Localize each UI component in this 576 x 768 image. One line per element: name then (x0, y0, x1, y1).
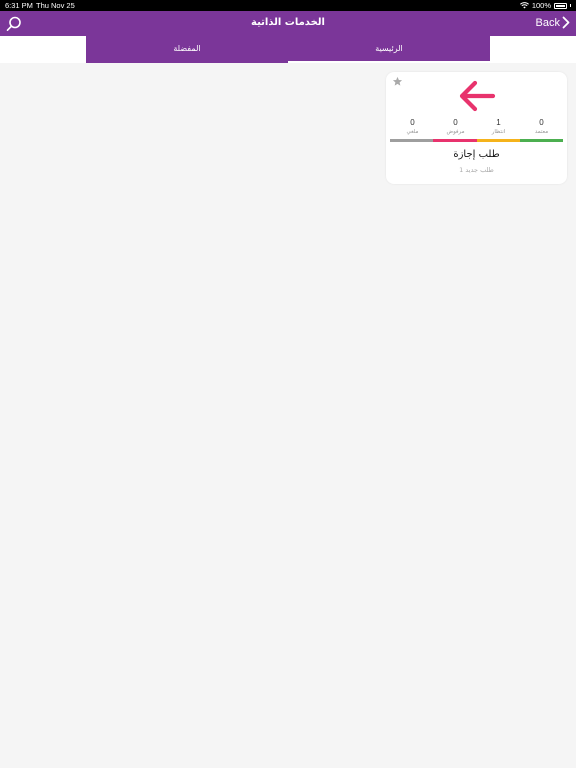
status-bar: 6:31 PM Thu Nov 25 100% (0, 0, 576, 11)
stat-pending: 1 انتظار (477, 118, 520, 135)
status-right: 100% (519, 1, 571, 10)
stat-label: ملغي (406, 129, 419, 135)
bar-rejected (433, 139, 477, 142)
status-date: Thu Nov 25 (36, 1, 75, 10)
bar-cancelled (390, 139, 434, 142)
stat-label: معتمد (534, 129, 549, 135)
battery-percent: 100% (531, 1, 551, 10)
wifi-icon (519, 2, 529, 9)
arrow-left-icon (459, 80, 496, 112)
bar-approved (519, 139, 563, 142)
stat-value: 0 (453, 118, 458, 127)
stat-approved: 0 معتمد (520, 118, 563, 135)
stat-rejected: 0 مرفوض (434, 118, 477, 135)
bar-pending (476, 139, 520, 142)
tab-strip: المفضلة الرئيسية (86, 36, 490, 63)
tab-favorites[interactable]: المفضلة (86, 36, 288, 63)
stat-label: انتظار (491, 129, 506, 135)
status-time: 6:31 PM (5, 1, 33, 10)
stat-label: مرفوض (446, 129, 465, 135)
star-icon[interactable] (392, 76, 403, 87)
battery-tip (570, 4, 571, 7)
tab-bar: المفضلة الرئيسية (0, 36, 576, 63)
back-label: Back (535, 16, 560, 29)
status-color-bar (390, 139, 563, 142)
navigation-bar: الخدمات الذاتية Back (0, 11, 576, 36)
stat-value: 1 (496, 118, 501, 127)
tab-home[interactable]: الرئيسية (288, 36, 490, 63)
stat-value: 0 (410, 118, 415, 127)
battery-icon (554, 2, 567, 9)
card-subtitle: 1 طلب جديد (459, 166, 494, 174)
service-card-leave-request[interactable]: 0 معتمد 1 انتظار 0 مرفوض 0 ملغي طلب إجاز… (386, 72, 567, 184)
stat-value: 0 (539, 118, 544, 127)
chevron-right-icon (562, 16, 570, 29)
card-title: طلب إجازة (453, 149, 500, 160)
back-button[interactable]: Back (536, 16, 570, 29)
stat-cancelled: 0 ملغي (391, 118, 434, 135)
page-title: الخدمات الذاتية (251, 17, 325, 28)
